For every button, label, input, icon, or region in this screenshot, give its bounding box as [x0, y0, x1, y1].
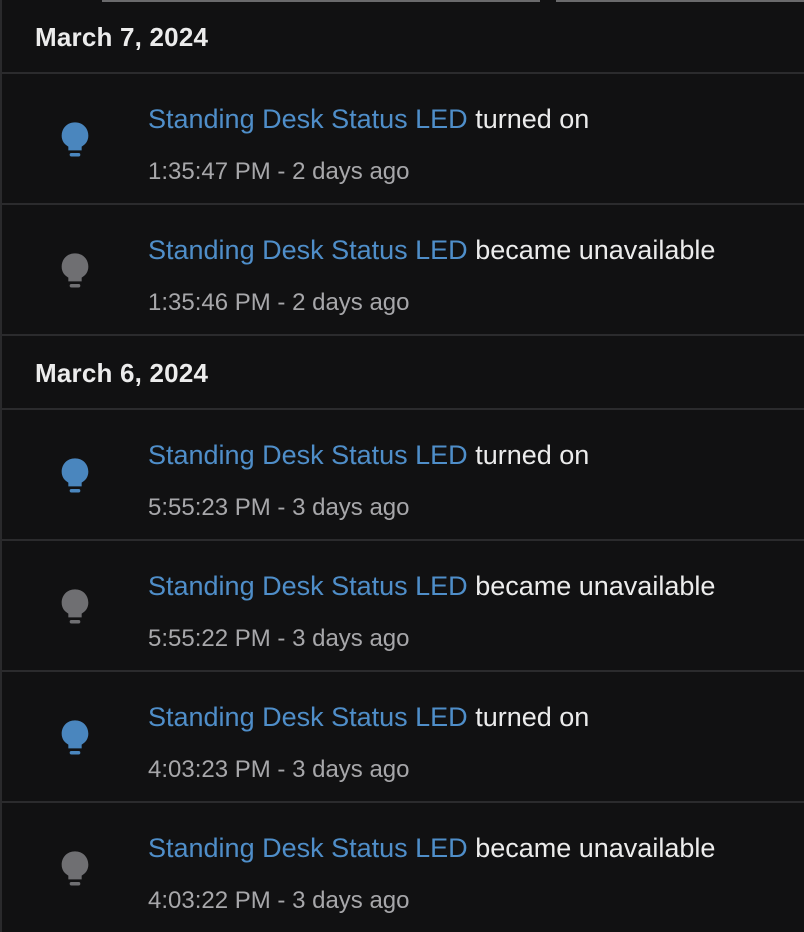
- entry-message: Standing Desk Status LED turned on: [148, 702, 589, 733]
- entry-relative-time: 3 days ago: [292, 625, 410, 652]
- entry-action: turned on: [475, 440, 590, 470]
- entity-link[interactable]: Standing Desk Status LED: [148, 571, 468, 601]
- entry-action: turned on: [475, 702, 590, 732]
- tab-indicator[interactable]: [556, 0, 804, 2]
- entity-link[interactable]: Standing Desk Status LED: [148, 440, 468, 470]
- date-header: March 6, 2024: [2, 336, 804, 410]
- entry-relative-time: 2 days ago: [292, 289, 410, 316]
- logbook-entry: Standing Desk Status LED turned on 1:35:…: [2, 74, 804, 205]
- entry-separator: -: [270, 756, 293, 783]
- entry-action: became unavailable: [475, 571, 716, 601]
- entry-timestamp: 5:55:22 PM - 3 days ago: [148, 625, 410, 653]
- logbook-entry: Standing Desk Status LED turned on 5:55:…: [2, 410, 804, 541]
- entity-link[interactable]: Standing Desk Status LED: [148, 235, 468, 265]
- entry-timestamp: 1:35:46 PM - 2 days ago: [148, 289, 410, 317]
- entry-separator: -: [270, 887, 293, 914]
- date-header: March 7, 2024: [2, 0, 804, 74]
- entry-message: Standing Desk Status LED turned on: [148, 440, 589, 471]
- entry-separator: -: [270, 494, 293, 521]
- lightbulb-unavailable-icon: [61, 589, 89, 624]
- entity-link[interactable]: Standing Desk Status LED: [148, 702, 468, 732]
- entry-message: Standing Desk Status LED became unavaila…: [148, 235, 715, 266]
- entry-message: Standing Desk Status LED became unavaila…: [148, 833, 715, 864]
- entry-separator: -: [270, 158, 293, 185]
- logbook-panel: March 7, 2024 Standing Desk Status LED t…: [0, 0, 804, 932]
- lightbulb-unavailable-icon: [61, 253, 89, 288]
- entry-time[interactable]: 4:03:22 PM: [148, 887, 271, 914]
- logbook-entry: Standing Desk Status LED became unavaila…: [2, 205, 804, 336]
- lightbulb-on-icon: [61, 122, 89, 157]
- entry-separator: -: [270, 289, 293, 316]
- entry-time[interactable]: 5:55:22 PM: [148, 625, 271, 652]
- logbook-entry: Standing Desk Status LED became unavaila…: [2, 541, 804, 672]
- top-tab-strip: [2, 0, 804, 3]
- entity-link[interactable]: Standing Desk Status LED: [148, 104, 468, 134]
- entry-timestamp: 1:35:47 PM - 2 days ago: [148, 158, 410, 186]
- entry-separator: -: [270, 625, 293, 652]
- entry-action: became unavailable: [475, 235, 716, 265]
- entry-message: Standing Desk Status LED became unavaila…: [148, 571, 715, 602]
- logbook-entry: Standing Desk Status LED turned on 4:03:…: [2, 672, 804, 803]
- tab-indicator[interactable]: [102, 0, 540, 2]
- entry-timestamp: 4:03:22 PM - 3 days ago: [148, 887, 410, 915]
- entry-time[interactable]: 4:03:23 PM: [148, 756, 271, 783]
- entry-relative-time: 3 days ago: [292, 494, 410, 521]
- entry-action: turned on: [475, 104, 590, 134]
- entry-relative-time: 3 days ago: [292, 756, 410, 783]
- logbook-entry: Standing Desk Status LED became unavaila…: [2, 803, 804, 932]
- entity-link[interactable]: Standing Desk Status LED: [148, 833, 468, 863]
- entry-time[interactable]: 1:35:46 PM: [148, 289, 271, 316]
- entry-message: Standing Desk Status LED turned on: [148, 104, 589, 135]
- entry-timestamp: 5:55:23 PM - 3 days ago: [148, 494, 410, 522]
- entry-relative-time: 3 days ago: [292, 887, 410, 914]
- entry-time[interactable]: 5:55:23 PM: [148, 494, 271, 521]
- entry-action: became unavailable: [475, 833, 716, 863]
- entry-time[interactable]: 1:35:47 PM: [148, 158, 271, 185]
- lightbulb-on-icon: [61, 458, 89, 493]
- lightbulb-unavailable-icon: [61, 851, 89, 886]
- entry-timestamp: 4:03:23 PM - 3 days ago: [148, 756, 410, 784]
- entry-relative-time: 2 days ago: [292, 158, 410, 185]
- lightbulb-on-icon: [61, 720, 89, 755]
